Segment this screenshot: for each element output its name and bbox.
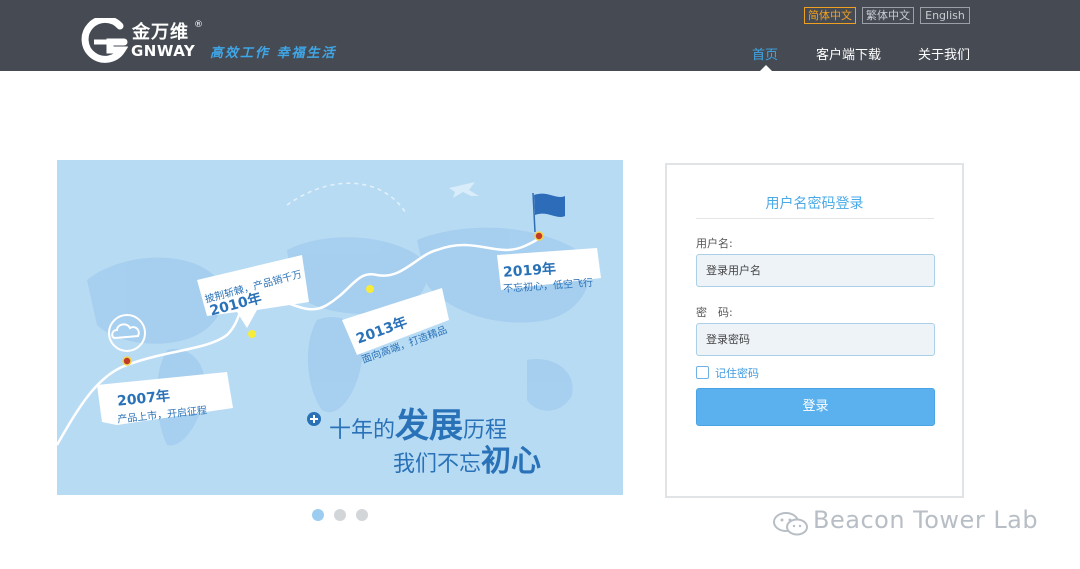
remember-password-label[interactable]: 记住密码	[715, 365, 759, 381]
lang-traditional-chinese[interactable]: 繁体中文	[862, 7, 914, 24]
login-panel: 用户名密码登录 用户名: 登录用户名 密 码: 登录密码 记住密码 登录	[665, 163, 964, 498]
banner-slide[interactable]: 2007年 产品上市，开启征程 披荆斩棘，产品销千万 2010年 2013年 面…	[57, 160, 623, 495]
login-divider	[696, 218, 934, 219]
username-label: 用户名:	[696, 237, 733, 250]
headline-part: 十年的	[329, 418, 396, 443]
active-nav-indicator	[760, 65, 772, 71]
login-title: 用户名密码登录	[765, 196, 864, 212]
gnway-logo-icon[interactable]	[80, 18, 128, 64]
brand-name-en: GNWAY	[131, 42, 196, 60]
username-input[interactable]: 登录用户名	[696, 254, 935, 287]
nav-client-download[interactable]: 客户端下载	[816, 44, 881, 63]
carousel-dot-2[interactable]	[334, 509, 346, 521]
password-label: 密 码:	[696, 306, 733, 319]
lang-english[interactable]: English	[920, 7, 970, 24]
wechat-icon	[773, 512, 808, 536]
remember-password-checkbox[interactable]	[696, 366, 709, 379]
carousel-dot-3[interactable]	[356, 509, 368, 521]
banner-headline-line2: 我们不忘初心	[393, 436, 541, 480]
password-input[interactable]: 登录密码	[696, 323, 935, 356]
lang-simplified-chinese[interactable]: 简体中文	[804, 7, 856, 24]
watermark-text: Beacon Tower Lab	[813, 506, 1039, 534]
brand-name-cn: 金万维	[132, 22, 189, 43]
carousel-dot-1[interactable]	[312, 509, 324, 521]
login-button[interactable]: 登录	[696, 388, 935, 426]
top-header: 金万维 ® GNWAY 高效工作 幸福生活 简体中文 繁体中文 English …	[0, 0, 1080, 71]
nav-about-us[interactable]: 关于我们	[918, 44, 970, 63]
flag-icon	[534, 193, 565, 217]
nav-home[interactable]: 首页	[752, 44, 778, 63]
slogan: 高效工作 幸福生活	[210, 46, 337, 61]
headline-part: 我们不忘	[393, 452, 482, 477]
headline-emphasis: 初心	[481, 444, 542, 479]
registered-mark: ®	[194, 20, 203, 30]
